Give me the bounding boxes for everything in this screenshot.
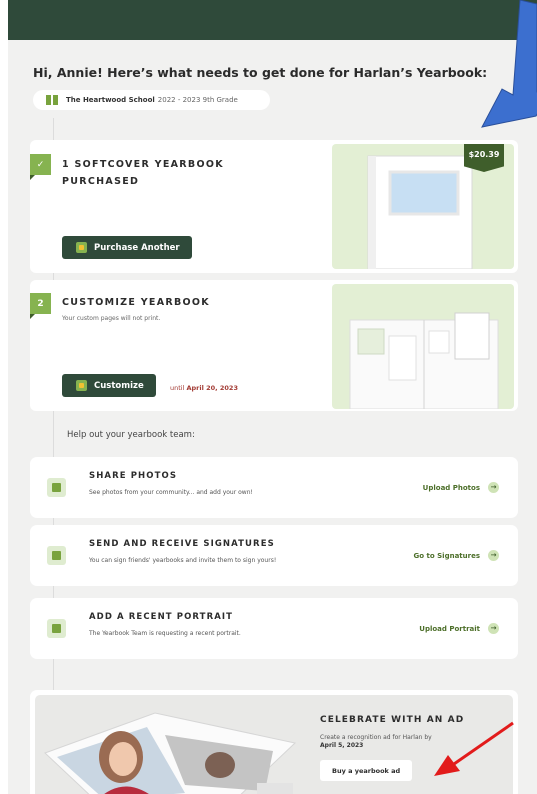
upload-photos-link[interactable]: Upload Photos → xyxy=(423,482,499,493)
header-bar xyxy=(8,0,537,40)
deadline-text: until April 20, 2023 xyxy=(170,384,238,392)
until-prefix: until xyxy=(170,384,185,392)
open-book-illustration xyxy=(349,312,499,410)
step-card-purchased: ✓ 1 SOFTCOVER YEARBOOK PURCHASED Purchas… xyxy=(30,140,518,273)
arrow-right-icon: → xyxy=(488,482,499,493)
portrait-icon xyxy=(47,619,66,638)
step-number-badge: 2 xyxy=(30,293,51,319)
softcover-book-visual: $20.39 xyxy=(332,144,514,270)
signature-icon xyxy=(47,546,66,565)
action-title: SEND AND RECEIVE SIGNATURES xyxy=(89,539,275,549)
upload-portrait-label: Upload Portrait xyxy=(419,624,480,633)
step-title: CUSTOMIZE YEARBOOK xyxy=(62,297,210,308)
check-icon: ✓ xyxy=(30,154,51,180)
price-tag: $20.39 xyxy=(464,144,504,172)
go-to-signatures-label: Go to Signatures xyxy=(413,551,480,560)
school-name: The Heartwood School xyxy=(66,96,155,104)
step-title: 1 SOFTCOVER YEARBOOK PURCHASED xyxy=(62,156,224,190)
ad-subtitle: Create a recognition ad for Harlan by xyxy=(320,734,432,741)
yearbook-ad-card: CELEBRATE WITH AN AD Create a recognitio… xyxy=(30,690,518,794)
school-grade: 2022 - 2023 9th Grade xyxy=(157,96,238,104)
arrow-right-icon: → xyxy=(488,550,499,561)
ad-title: CELEBRATE WITH AN AD xyxy=(320,715,465,725)
ad-date: April 5, 2023 xyxy=(320,742,364,749)
action-subtitle: See photos from your community... and ad… xyxy=(89,489,253,496)
step-card-customize: 2 CUSTOMIZE YEARBOOK Your custom pages w… xyxy=(30,280,518,411)
step-subtitle: Your custom pages will not print. xyxy=(62,315,161,322)
help-label: Help out your yearbook team: xyxy=(67,430,195,440)
upload-photos-label: Upload Photos xyxy=(422,483,480,492)
bag-icon xyxy=(76,242,87,253)
school-pill: The Heartwood School 2022 - 2023 9th Gra… xyxy=(33,90,270,110)
action-subtitle: You can sign friends' yearbooks and invi… xyxy=(89,557,277,564)
step-title-line2: PURCHASED xyxy=(62,176,140,187)
buy-yearbook-ad-button[interactable]: Buy a yearbook ad xyxy=(320,760,413,781)
until-date: April 20, 2023 xyxy=(186,384,238,392)
custom-pages-visual xyxy=(332,284,514,410)
book-icon xyxy=(46,95,58,105)
go-to-signatures-link[interactable]: Go to Signatures → xyxy=(414,550,499,561)
action-subtitle: The Yearbook Team is requesting a recent… xyxy=(89,630,241,637)
customize-button[interactable]: Customize xyxy=(62,374,156,397)
action-title: ADD A RECENT PORTRAIT xyxy=(89,612,234,622)
page-greeting: Hi, Annie! Here’s what needs to get done… xyxy=(33,65,488,80)
purchase-another-button[interactable]: Purchase Another xyxy=(62,236,192,259)
action-title: SHARE PHOTOS xyxy=(89,471,178,481)
signatures-card: SEND AND RECEIVE SIGNATURES You can sign… xyxy=(30,525,518,586)
layout-icon xyxy=(76,380,87,391)
arrow-right-icon: → xyxy=(488,623,499,634)
ad-banner: CELEBRATE WITH AN AD Create a recognitio… xyxy=(35,695,513,794)
step-title-line1: 1 SOFTCOVER YEARBOOK xyxy=(62,159,224,170)
portrait-card: ADD A RECENT PORTRAIT The Yearbook Team … xyxy=(30,598,518,659)
photo-bag-icon xyxy=(47,478,66,497)
purchase-another-label: Purchase Another xyxy=(94,242,180,253)
share-photos-card: SHARE PHOTOS See photos from your commun… xyxy=(30,457,518,518)
customize-label: Customize xyxy=(94,380,144,391)
upload-portrait-link[interactable]: Upload Portrait → xyxy=(419,623,499,634)
main-content: Hi, Annie! Here’s what needs to get done… xyxy=(8,40,537,794)
yearbook-photo-illustration xyxy=(44,712,297,794)
